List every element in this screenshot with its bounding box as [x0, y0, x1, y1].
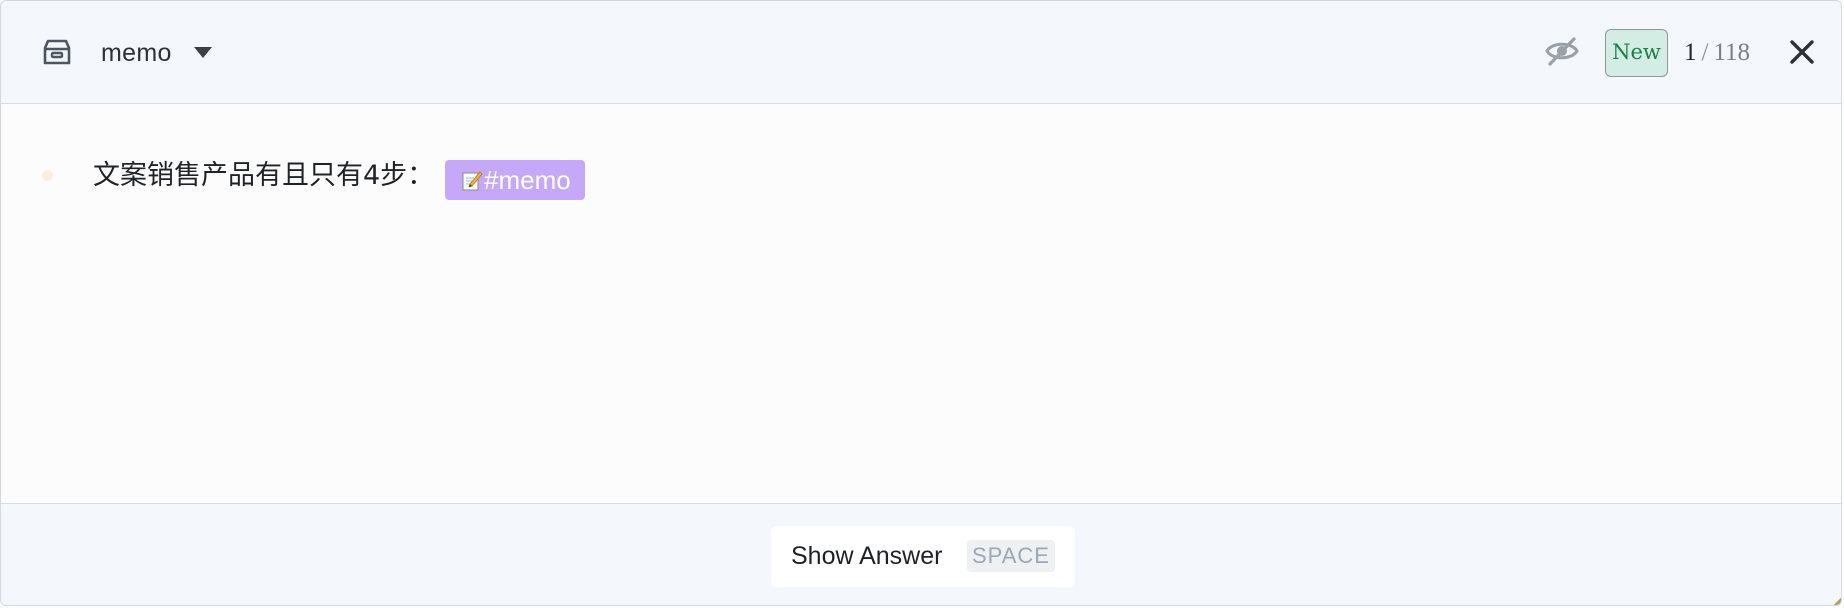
show-answer-button[interactable]: Show Answer SPACE: [771, 526, 1075, 587]
review-footer: Show Answer SPACE: [1, 503, 1841, 605]
card-status-badge: New: [1605, 29, 1668, 77]
deck-name[interactable]: memo: [101, 37, 172, 69]
block-bullet[interactable]: [42, 170, 53, 181]
review-header: memo New 1/118: [1, 1, 1841, 104]
counter-current: 1: [1684, 39, 1697, 66]
show-answer-label: Show Answer: [791, 542, 943, 570]
caret-down-icon[interactable]: [194, 47, 212, 58]
eye-off-icon[interactable]: [1544, 33, 1580, 69]
shortcut-key-hint: SPACE: [967, 540, 1055, 572]
memo-tag[interactable]: #memo: [445, 160, 585, 200]
flashcard-review-dialog: memo New 1/118 文案销售产品有且只有4步： #memo Show …: [0, 0, 1842, 606]
counter-total: 118: [1713, 39, 1751, 66]
resize-corner: [1833, 597, 1841, 605]
card-content: 文案销售产品有且只有4步： #memo: [1, 104, 1841, 503]
card-counter: 1/118: [1684, 38, 1750, 68]
counter-separator: /: [1701, 39, 1709, 66]
archive-box-icon: [43, 39, 71, 65]
card-question-text[interactable]: 文案销售产品有且只有4步：: [93, 159, 434, 193]
close-icon[interactable]: [1789, 39, 1815, 65]
tag-label: #memo: [484, 165, 571, 195]
memo-icon: [462, 171, 483, 191]
